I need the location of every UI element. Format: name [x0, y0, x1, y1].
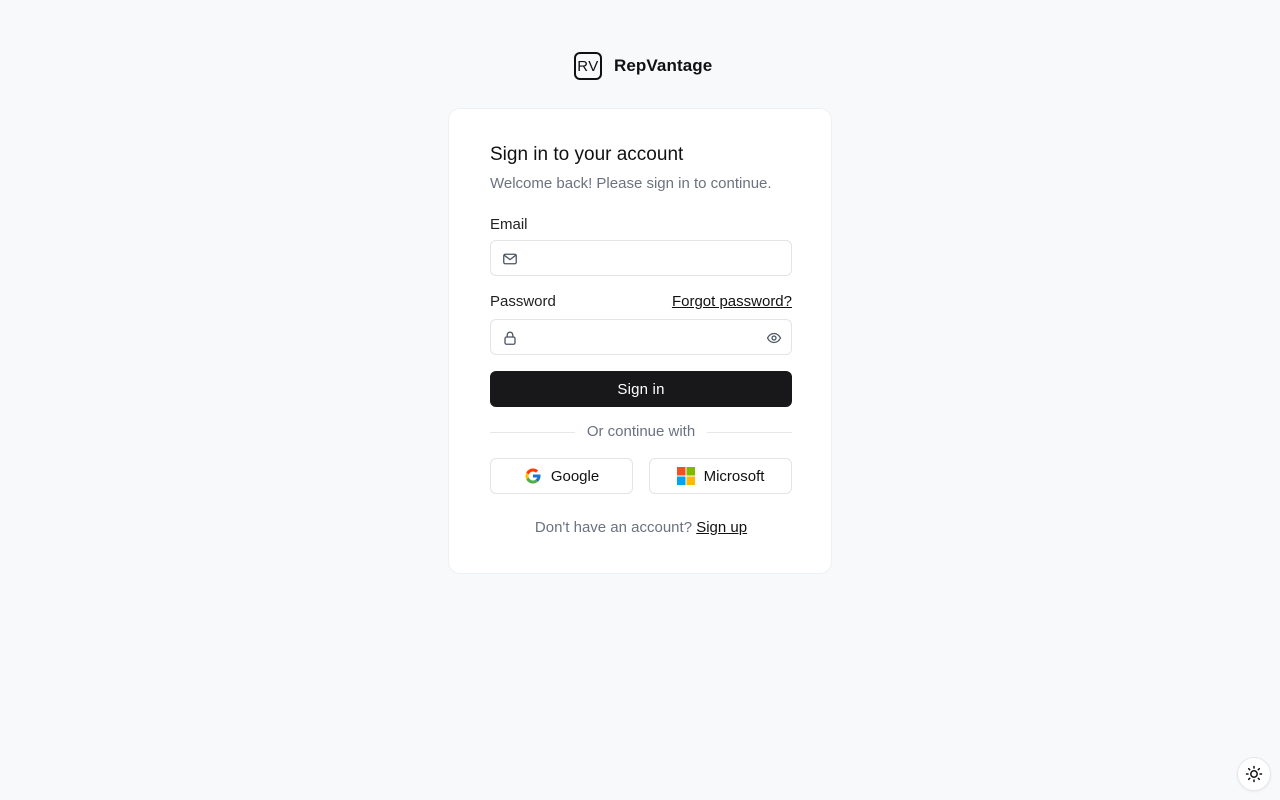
card-title: Sign in to your account	[490, 144, 684, 165]
brand-name: RepVantage	[614, 56, 713, 75]
signin-card: Sign in to your account Welcome back! Pl…	[448, 108, 832, 574]
eye-icon[interactable]	[766, 330, 782, 346]
signup-prompt-text: Don't have an account?	[534, 519, 693, 536]
divider-text: Or continue with	[586, 423, 696, 440]
microsoft-button-label: Microsoft	[703, 467, 765, 485]
divider-line-left	[490, 431, 575, 433]
password-label: Password	[490, 293, 556, 310]
email-field[interactable]	[491, 241, 791, 275]
google-button-label: Google	[550, 467, 600, 485]
mail-icon	[502, 251, 518, 267]
lock-icon	[502, 330, 518, 346]
divider-line-right	[707, 431, 793, 433]
password-field[interactable]	[491, 320, 791, 354]
password-field-container	[490, 319, 792, 355]
signup-prompt: Don't have an account? Sign up	[490, 519, 792, 537]
brand-header: RV RepVantage	[574, 52, 712, 80]
email-label: Email	[490, 216, 528, 233]
password-label-row: Password Forgot password?	[490, 293, 792, 311]
theme-toggle-button[interactable]	[1237, 757, 1271, 791]
microsoft-signin-button[interactable]: Microsoft	[649, 458, 792, 494]
forgot-password-link[interactable]: Forgot password?	[672, 293, 792, 311]
email-field-container	[490, 240, 792, 276]
brand-logo: RV	[574, 52, 602, 80]
sun-icon	[1245, 765, 1263, 783]
sign-up-link[interactable]: Sign up	[696, 519, 747, 536]
or-divider: Or continue with	[490, 423, 793, 441]
sign-in-button[interactable]: Sign in	[490, 371, 792, 407]
microsoft-icon	[676, 467, 695, 485]
google-signin-button[interactable]: Google	[490, 458, 633, 494]
google-icon	[524, 467, 542, 485]
oauth-buttons: Google Microsoft	[490, 458, 792, 494]
card-subtitle: Welcome back! Please sign in to continue…	[490, 175, 772, 192]
